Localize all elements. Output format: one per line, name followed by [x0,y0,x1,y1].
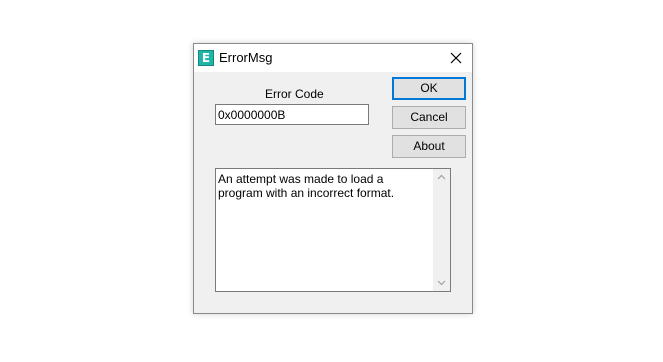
message-scrollbar[interactable] [433,169,450,291]
app-icon-letter: E [201,51,211,65]
scroll-down-button[interactable] [433,274,450,291]
title-bar[interactable]: E ErrorMsg [194,44,472,72]
error-code-input[interactable] [215,104,369,125]
ok-button[interactable]: OK [392,77,466,100]
app-icon: E [198,50,214,66]
chevron-down-icon [437,280,446,286]
error-dialog: E ErrorMsg Error Code OK Cancel About An… [193,43,473,314]
chevron-up-icon [437,174,446,180]
scroll-up-button[interactable] [433,169,450,186]
close-button[interactable] [444,47,468,69]
cancel-button[interactable]: Cancel [392,106,466,129]
error-code-label: Error Code [265,87,324,101]
close-icon [450,52,462,64]
error-message-text: An attempt was made to load a program wi… [218,172,395,200]
window-title: ErrorMsg [219,50,273,65]
message-box[interactable]: An attempt was made to load a program wi… [215,168,451,292]
about-button[interactable]: About [392,135,466,158]
